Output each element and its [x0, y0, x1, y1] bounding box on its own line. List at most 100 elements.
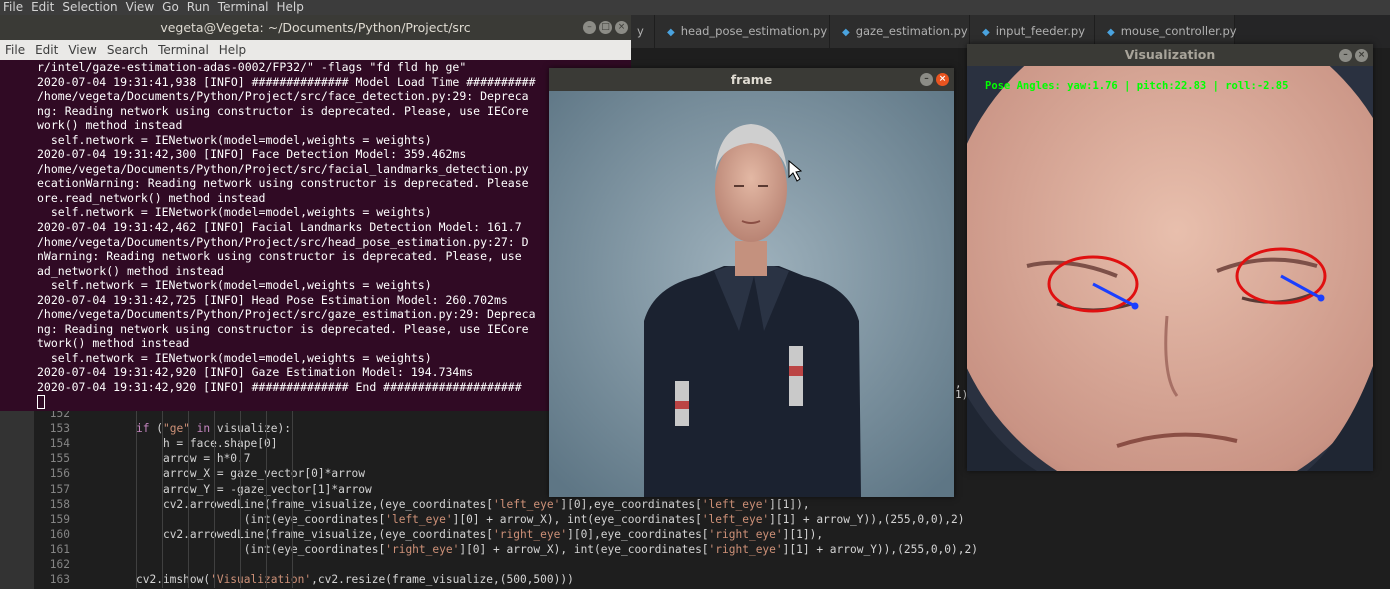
vscode-menu-run[interactable]: Run	[187, 0, 210, 14]
editor-tab-label: gaze_estimation.py	[855, 24, 968, 38]
terminal-menu-file[interactable]: File	[5, 43, 25, 57]
terminal-menu-help[interactable]: Help	[219, 43, 246, 57]
line-number: 161	[49, 542, 70, 556]
terminal-line: self.network = IENetwork(model=model,wei…	[37, 205, 432, 220]
terminal-line: /home/vegeta/Documents/Python/Project/sr…	[37, 307, 536, 322]
visualization-window[interactable]: Visualization – × Pose Angles: yaw:1.76 …	[967, 44, 1373, 471]
terminal-titlebar[interactable]: vegeta@Vegeta: ~/Documents/Python/Projec…	[0, 15, 631, 40]
line-number: 162	[49, 558, 70, 571]
terminal-line: 2020-07-04 19:31:42,920 [INFO] #########…	[37, 380, 522, 395]
terminal-line: nWarning: Reading network using construc…	[37, 249, 522, 264]
vscode-menu-view[interactable]: View	[126, 0, 154, 14]
vscode-menu-go[interactable]: Go	[162, 0, 179, 14]
terminal-line: ecationWarning: Reading network using co…	[37, 176, 529, 191]
terminal-line: self.network = IENetwork(model=model,wei…	[37, 132, 432, 147]
terminal-menubar: File Edit View Search Terminal Help	[0, 40, 631, 60]
close-icon[interactable]: ×	[936, 73, 949, 86]
frame-title: frame	[730, 72, 773, 87]
vscode-menubar: File Edit Selection View Go Run Terminal Help	[0, 0, 1390, 15]
terminal-line: twork() method instead	[37, 336, 190, 351]
editor-tab-label: y	[637, 24, 644, 38]
line-number: 154	[49, 437, 70, 451]
terminal-line: work() method instead	[37, 118, 183, 133]
frame-window[interactable]: frame – ×	[549, 68, 954, 497]
terminal-line: r/intel/gaze-estimation-adas-0002/FP32/"…	[37, 60, 467, 74]
terminal-line: ore.read_network() method instead	[37, 190, 266, 205]
vscode-menu-terminal[interactable]: Terminal	[218, 0, 269, 14]
indent-guide	[214, 408, 215, 588]
minimize-icon[interactable]: –	[920, 73, 933, 86]
code-line[interactable]: 162	[34, 557, 136, 572]
python-file-icon: ◆	[982, 27, 990, 38]
man-portrait-image	[549, 91, 954, 497]
code-line[interactable]: 163 cv2.imshow('Visualization',cv2.resize…	[34, 572, 574, 587]
frame-titlebar[interactable]: frame – ×	[549, 68, 954, 91]
close-icon[interactable]: ×	[1355, 49, 1368, 62]
python-file-icon: ◆	[842, 27, 850, 38]
python-file-icon: ◆	[1107, 27, 1115, 38]
line-number: 163	[49, 573, 70, 587]
vscode-menu-selection[interactable]: Selection	[62, 0, 117, 14]
close-icon[interactable]: ×	[615, 21, 628, 34]
vscode-menu-file[interactable]: File	[3, 0, 23, 14]
indent-guide	[240, 408, 241, 588]
editor-tab[interactable]: ◆ head_pose_estimation.py	[655, 15, 830, 48]
indent-guide	[136, 408, 137, 588]
line-number: 160	[49, 527, 70, 541]
code-line[interactable]: 156 arrow_X = gaze_vector[0]*arrow	[34, 466, 365, 481]
line-number: 158	[49, 497, 70, 511]
line-number: 156	[49, 467, 70, 481]
indent-guide	[292, 408, 293, 588]
editor-tab-label: input_feeder.py	[995, 24, 1086, 38]
terminal-line: 2020-07-04 19:31:42,462 [INFO] Facial La…	[37, 220, 522, 235]
pose-angles-overlay: Pose Angles: yaw:1.76 | pitch:22.83 | ro…	[985, 80, 1289, 92]
terminal-menu-view[interactable]: View	[68, 43, 96, 57]
editor-tab-label: mouse_controller.py	[1120, 24, 1237, 38]
indent-guide	[266, 408, 267, 588]
line-number: 157	[49, 482, 70, 496]
maximize-icon[interactable]: □	[599, 21, 612, 34]
visualization-titlebar[interactable]: Visualization – ×	[967, 44, 1373, 66]
code-line[interactable]: 158 cv2.arrowedLine(frame_visualize,(eye…	[34, 497, 810, 512]
terminal-line: ad_network() method instead	[37, 263, 224, 278]
terminal-line: 2020-07-04 19:31:42,300 [INFO] Face Dete…	[37, 147, 467, 162]
minimize-icon[interactable]: –	[583, 21, 596, 34]
visualization-title: Visualization	[1124, 47, 1216, 62]
terminal-menu-terminal[interactable]: Terminal	[158, 43, 209, 57]
vscode-menu-help[interactable]: Help	[277, 0, 304, 14]
terminal-cursor	[37, 395, 45, 409]
terminal-window[interactable]: vegeta@Vegeta: ~/Documents/Python/Projec…	[0, 15, 631, 411]
terminal-menu-search[interactable]: Search	[107, 43, 148, 57]
code-line[interactable]: 159 (int(eye_coordinates['left_eye'][0] …	[34, 512, 965, 527]
terminal-line: ng: Reading network using constructor is…	[37, 321, 529, 336]
line-number: 153	[49, 422, 70, 436]
terminal-line: /home/vegeta/Documents/Python/Project/sr…	[37, 89, 529, 104]
face-closeup-image	[967, 66, 1373, 471]
terminal-menu-edit[interactable]: Edit	[35, 43, 58, 57]
terminal-line: /home/vegeta/Documents/Python/Project/sr…	[37, 161, 529, 176]
visualization-image	[967, 66, 1373, 471]
code-line[interactable]: 155 arrow = h*0.7	[34, 451, 251, 466]
code-line[interactable]: 157 arrow_Y = -gaze_vector[1]*arrow	[34, 482, 372, 497]
line-number: 159	[49, 512, 70, 526]
terminal-line: self.network = IENetwork(model=model,wei…	[37, 278, 432, 293]
terminal-line: 2020-07-04 19:31:42,725 [INFO] Head Pose…	[37, 292, 508, 307]
terminal-line: /home/vegeta/Documents/Python/Project/sr…	[37, 234, 529, 249]
minimize-icon[interactable]: –	[1339, 49, 1352, 62]
terminal-title: vegeta@Vegeta: ~/Documents/Python/Projec…	[160, 20, 471, 35]
code-line[interactable]: 161 (int(eye_coordinates['right_eye'][0]…	[34, 542, 978, 557]
vscode-menu-edit[interactable]: Edit	[31, 0, 54, 14]
code-line[interactable]: 160 cv2.arrowedLine(frame_visualize,(eye…	[34, 527, 823, 542]
terminal-line: self.network = IENetwork(model=model,wei…	[37, 350, 432, 365]
editor-tab[interactable]: ◆ gaze_estimation.py	[830, 15, 970, 48]
python-file-icon: ◆	[667, 27, 675, 38]
line-number: 155	[49, 452, 70, 466]
video-frame-image	[549, 91, 954, 497]
editor-tab-label: head_pose_estimation.py	[680, 24, 828, 38]
terminal-line: 2020-07-04 19:31:42,920 [INFO] Gaze Esti…	[37, 365, 474, 380]
terminal-line: ng: Reading network using constructor is…	[37, 103, 529, 118]
terminal-output[interactable]: r/intel/gaze-estimation-adas-0002/FP32/"…	[0, 60, 631, 411]
indent-guide	[188, 408, 189, 588]
indent-guide	[162, 408, 163, 588]
terminal-line: 2020-07-04 19:31:41,938 [INFO] #########…	[37, 74, 536, 89]
